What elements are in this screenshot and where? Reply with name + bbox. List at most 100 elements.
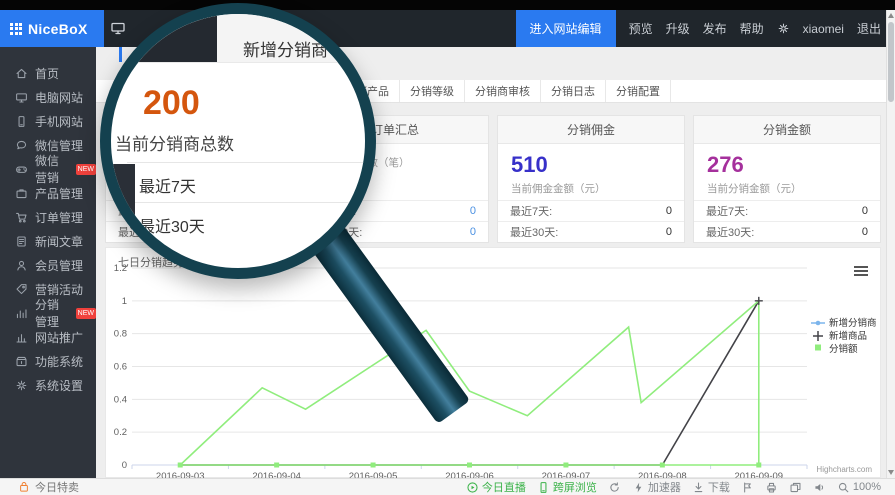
- stat-row-label: 最近30天:: [706, 224, 754, 240]
- lens-row-30days: 最近30天: [127, 202, 365, 237]
- statusbar-item-7[interactable]: [789, 481, 802, 494]
- statusbar-item-label: 100%: [853, 481, 881, 493]
- lens-sidebar-sliver: [111, 164, 135, 268]
- logo-text: NiceBoX: [28, 21, 88, 37]
- enter-site-edit-button[interactable]: 进入网站编辑: [516, 10, 616, 47]
- sidebar-item-label: 产品管理: [35, 185, 83, 202]
- sidebar-item-label: 网站推广: [35, 329, 83, 346]
- sidebar-item-6[interactable]: 订单管理: [0, 205, 96, 229]
- refresh-icon: [608, 481, 621, 494]
- stat-card-value: 510: [511, 152, 671, 178]
- sidebar-item-13[interactable]: 系统设置: [0, 373, 96, 397]
- topbar-link-0[interactable]: 预览: [629, 20, 653, 37]
- stat-card-title: 分销佣金: [498, 116, 684, 144]
- sidebar-item-label: 首页: [35, 65, 59, 82]
- statusbar-item-1[interactable]: 跨屏浏览: [537, 479, 597, 495]
- vertical-scrollbar[interactable]: [886, 10, 895, 478]
- app-logo[interactable]: NiceBoX: [0, 10, 104, 47]
- sidebar-item-label: 功能系统: [35, 353, 83, 370]
- statusbar-today-sale[interactable]: 今日特卖: [0, 479, 79, 495]
- game-icon: [15, 163, 28, 176]
- highcharts-credit: Highcharts.com: [816, 465, 872, 474]
- wechat-icon: [15, 139, 28, 152]
- topbar-actions: 进入网站编辑 预览升级发布帮助 xiaomei 退出: [516, 10, 881, 47]
- statusbar-item-4[interactable]: 下载: [692, 479, 730, 495]
- tab-3[interactable]: 分销日志: [541, 80, 606, 102]
- sidebar-item-5[interactable]: 产品管理: [0, 181, 96, 205]
- order-icon: [15, 211, 28, 224]
- chart-export-menu-icon[interactable]: [854, 266, 868, 278]
- tab-1[interactable]: 分销等级: [400, 80, 465, 102]
- tab-2[interactable]: 分销商审核: [465, 80, 541, 102]
- topbar-link-2[interactable]: 发布: [703, 20, 727, 37]
- sidebar-item-11[interactable]: 网站推广: [0, 325, 96, 349]
- status-bar: 今日特卖 今日直播跨屏浏览 加速器 下载 100%: [0, 478, 895, 495]
- new-badge: NEW: [76, 164, 96, 175]
- statusbar-item-6[interactable]: [765, 481, 778, 494]
- tab-4[interactable]: 分销配置: [606, 80, 671, 102]
- logout-button[interactable]: 退出: [857, 20, 881, 37]
- stat-row-label: 最近30天:: [510, 224, 558, 240]
- stat-card-title: 分销金额: [694, 116, 880, 144]
- statusbar-item-5[interactable]: [741, 481, 754, 494]
- sidebar-item-1[interactable]: 电脑网站: [0, 85, 96, 109]
- topbar-links: 预览升级发布帮助: [629, 20, 764, 37]
- scrollbar-down-arrow[interactable]: [888, 470, 894, 475]
- stat-card-row: 最近30天:0: [498, 221, 684, 242]
- sidebar-item-0[interactable]: 首页: [0, 61, 96, 85]
- stat-row-value[interactable]: 0: [470, 226, 476, 238]
- promotion-icon: [15, 331, 28, 344]
- statusbar-item-2[interactable]: [608, 481, 621, 494]
- stat-card-value: 276: [707, 152, 867, 178]
- play-circle-icon: [466, 481, 479, 494]
- lens-dark-region: [111, 14, 217, 62]
- lens-card-title: 新增分销商: [243, 36, 328, 61]
- stat-row-value[interactable]: 0: [470, 205, 476, 217]
- stat-card-row: 最近7天:0: [694, 200, 880, 221]
- legend-item-1[interactable]: 新增商品: [829, 330, 867, 342]
- sidebar-item-label: 系统设置: [35, 377, 83, 394]
- sidebar-item-label: 分销管理: [35, 296, 67, 330]
- svg-text:0: 0: [122, 460, 127, 471]
- legend-item-0[interactable]: 新增分销商: [829, 317, 877, 329]
- user-menu[interactable]: xiaomei: [803, 22, 844, 36]
- magnifier-lens: 新增分销商 200 当前分销商总数 最近7天 最近30天: [100, 3, 376, 279]
- stat-row-value: 0: [862, 226, 868, 238]
- svg-text:0.2: 0.2: [114, 427, 127, 438]
- desktop-icon: [15, 91, 28, 104]
- lens-row-7days: 最近7天: [127, 162, 365, 197]
- sidebar-item-2[interactable]: 手机网站: [0, 109, 96, 133]
- topbar-link-1[interactable]: 升级: [666, 20, 690, 37]
- statusbar-item-0[interactable]: 今日直播: [466, 479, 526, 495]
- sidebar-item-8[interactable]: 会员管理: [0, 253, 96, 277]
- legend-item-2[interactable]: 分销额: [829, 343, 858, 355]
- sidebar-item-10[interactable]: 分销管理NEW: [0, 301, 96, 325]
- zoom-icon: [837, 481, 850, 494]
- statusbar-item-9[interactable]: 100%: [837, 481, 881, 494]
- speaker-icon: [813, 481, 826, 494]
- download-icon: [692, 481, 705, 494]
- sidebar-item-label: 手机网站: [35, 113, 83, 130]
- sidebar-item-label: 微信管理: [35, 137, 83, 154]
- sidebar-item-7[interactable]: 新闻文章: [0, 229, 96, 253]
- statusbar-item-label: 下载: [708, 479, 730, 495]
- stat-card-sublabel: 当前佣金金额（元）: [511, 181, 671, 196]
- statusbar-left-label: 今日特卖: [35, 479, 79, 495]
- stat-card-row: 最近7天:0: [498, 200, 684, 221]
- stat-row-value: 0: [862, 205, 868, 217]
- topbar-link-3[interactable]: 帮助: [740, 20, 764, 37]
- scrollbar-thumb[interactable]: [888, 22, 894, 102]
- window-top-strip: [0, 0, 895, 10]
- svg-text:0.8: 0.8: [114, 329, 127, 340]
- chart-panel: 00.20.40.60.811.22016-09-032016-09-04201…: [105, 247, 881, 478]
- sidebar-item-4[interactable]: 微信营销NEW: [0, 157, 96, 181]
- statusbar-item-8[interactable]: [813, 481, 826, 494]
- apps-grid-icon: [10, 23, 22, 35]
- stat-row-value: 0: [666, 205, 672, 217]
- sidebar-item-12[interactable]: 功能系统: [0, 349, 96, 373]
- statusbar-item-3[interactable]: 加速器: [632, 479, 681, 495]
- campaign-icon: [15, 283, 28, 296]
- scrollbar-up-arrow[interactable]: [888, 13, 894, 18]
- sidebar-item-label: 微信营销: [35, 152, 67, 186]
- settings-gear-icon[interactable]: [777, 22, 790, 35]
